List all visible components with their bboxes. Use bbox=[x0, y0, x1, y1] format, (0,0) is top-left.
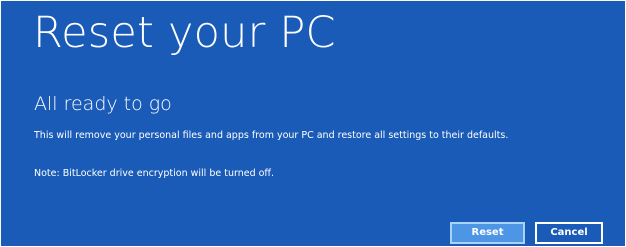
reset-button[interactable]: Reset bbox=[450, 222, 525, 244]
description-text: This will remove your personal files and… bbox=[34, 130, 509, 141]
section-subtitle: All ready to go bbox=[34, 93, 172, 115]
cancel-button[interactable]: Cancel bbox=[535, 222, 603, 244]
bitlocker-note: Note: BitLocker drive encryption will be… bbox=[34, 168, 274, 179]
reset-pc-dialog: Reset your PC All ready to go This will … bbox=[1, 1, 625, 246]
page-title: Reset your PC bbox=[33, 8, 336, 58]
